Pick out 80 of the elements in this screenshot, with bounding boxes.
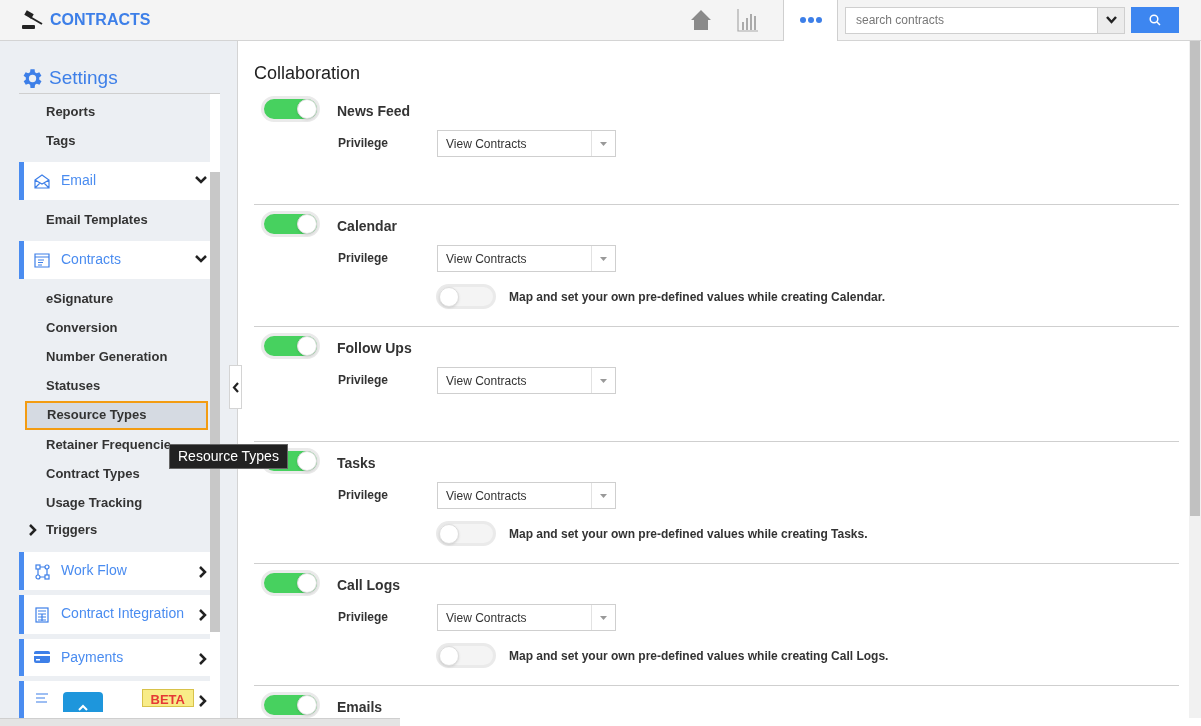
chevron-down-icon xyxy=(195,255,207,264)
sidebar-item[interactable]: Email Templates xyxy=(19,205,210,235)
sidebar-item[interactable]: Number Generation xyxy=(19,342,210,372)
feature-title: News Feed xyxy=(337,102,411,121)
more-tab[interactable] xyxy=(783,0,838,41)
feature-title: Calendar xyxy=(337,217,397,236)
sidebar-item[interactable]: Triggers xyxy=(46,520,98,540)
sidebar-item[interactable]: Conversion xyxy=(19,312,210,343)
search-icon xyxy=(1149,14,1161,26)
toggle-switch[interactable] xyxy=(436,521,496,546)
home-icon[interactable] xyxy=(690,9,712,31)
caret-down-icon xyxy=(600,256,607,261)
caret-icon xyxy=(1105,16,1117,24)
toggle-switch[interactable] xyxy=(436,284,496,309)
credit-card-icon xyxy=(34,650,50,663)
privilege-dropdown[interactable]: View Contracts xyxy=(437,245,616,272)
search-dropdown-button[interactable] xyxy=(1098,6,1125,34)
chevron-right-icon xyxy=(199,565,207,578)
search-button[interactable] xyxy=(1131,7,1179,33)
toggle-switch[interactable] xyxy=(261,96,320,122)
privilege-dropdown[interactable]: View Contracts xyxy=(437,130,616,157)
scrollbar-thumb[interactable] xyxy=(1190,41,1200,516)
group-label: Email xyxy=(61,173,97,189)
map-description: Map and set your own pre-defined values while creating Call Logs. xyxy=(509,647,889,665)
calculator-icon xyxy=(35,607,49,624)
group-label: Work Flow xyxy=(61,562,128,578)
sidebar-item[interactable]: Resource Types xyxy=(25,400,208,430)
chevron-left-icon xyxy=(232,381,239,393)
toggle-switch[interactable] xyxy=(261,692,320,718)
map-description: Map and set your own pre-defined values while creating Calendar. xyxy=(509,288,886,306)
gavel-icon xyxy=(21,10,45,30)
toggle-switch[interactable] xyxy=(261,570,320,596)
chevron-right-icon xyxy=(199,694,207,707)
toggle-switch[interactable] xyxy=(261,333,320,359)
privilege-label: Privilege xyxy=(338,250,390,267)
beta-badge: BETA xyxy=(141,688,194,707)
envelope-icon xyxy=(34,174,50,190)
group-label: Contracts xyxy=(61,252,122,268)
chevron-right-icon xyxy=(199,609,207,622)
privilege-label: Privilege xyxy=(338,372,390,389)
window-icon xyxy=(34,253,50,269)
map-description: Map and set your own pre-defined values while creating Tasks. xyxy=(509,525,868,543)
chevron-right-icon xyxy=(29,524,37,537)
caret-down-icon xyxy=(600,378,607,383)
scroll-top-button[interactable] xyxy=(63,692,103,712)
list-icon xyxy=(35,692,49,703)
privilege-label: Privilege xyxy=(338,135,390,152)
sidebar-item[interactable]: Usage Tracking xyxy=(19,488,210,518)
section-title: Collaboration xyxy=(254,62,362,85)
collapse-handle[interactable] xyxy=(229,365,242,409)
toggle-switch[interactable] xyxy=(436,643,496,668)
caret-down-icon xyxy=(600,141,607,146)
privilege-dropdown[interactable]: View Contracts xyxy=(437,482,616,509)
feature-title: Call Logs xyxy=(337,576,400,595)
caret-down-icon xyxy=(600,493,607,498)
sidebar-item[interactable]: Reports xyxy=(19,97,210,127)
feature-title: Emails xyxy=(337,698,383,717)
chevron-right-icon xyxy=(199,652,207,665)
caret-down-icon xyxy=(600,615,607,620)
caret-up-icon xyxy=(78,704,88,711)
group-label: Contract Integration xyxy=(61,606,185,622)
sidebar-item[interactable]: eSignature xyxy=(19,283,210,313)
group-label: Payments xyxy=(61,649,125,665)
tooltip: Resource Types xyxy=(169,444,288,469)
app-name[interactable]: CONTRACTS xyxy=(50,8,151,32)
privilege-dropdown[interactable]: View Contracts xyxy=(437,367,616,394)
settings-title: Settings xyxy=(49,65,118,90)
more-icon xyxy=(799,17,822,23)
chevron-down-icon xyxy=(195,176,207,185)
search-field[interactable]: search contracts xyxy=(845,6,1098,34)
privilege-dropdown[interactable]: View Contracts xyxy=(437,604,616,631)
feature-title: Follow Ups xyxy=(337,339,412,358)
flow-icon xyxy=(34,563,50,580)
privilege-label: Privilege xyxy=(338,487,390,504)
bar-chart-icon[interactable] xyxy=(737,8,759,32)
sidebar-item[interactable]: Statuses xyxy=(19,371,210,401)
toggle-switch[interactable] xyxy=(261,211,320,237)
feature-title: Tasks xyxy=(337,454,376,473)
sidebar-item[interactable]: Tags xyxy=(19,126,210,156)
privilege-label: Privilege xyxy=(338,609,390,626)
